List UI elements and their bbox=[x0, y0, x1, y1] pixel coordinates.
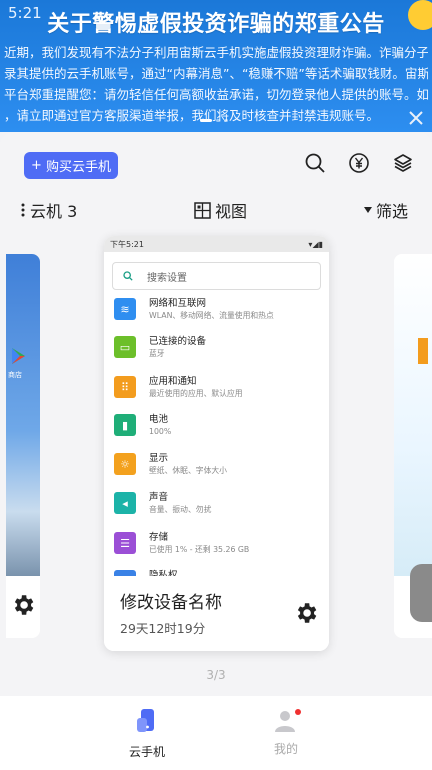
settings-row-title: 应用和通知 bbox=[149, 376, 197, 387]
settings-row-text: 网络和互联网 WLAN、移动网络、流量使用和热点 bbox=[149, 298, 274, 321]
device-status-bar: 下午5:21 ▾◢▮ bbox=[104, 236, 329, 252]
search-icon bbox=[123, 271, 133, 281]
display-icon: ☼ bbox=[114, 453, 136, 475]
settings-row-text: 显示壁纸、休眠、字体大小 bbox=[149, 453, 227, 476]
announcement-banner[interactable]: 5:21 关于警惕虚假投资诈骗的郑重公告 近期，我们发现有不法分子利用宙斯云手机… bbox=[0, 0, 432, 132]
settings-row[interactable]: ⠿ 应用和通知最近使用的应用、默认应用 bbox=[114, 376, 243, 399]
header-actions bbox=[304, 152, 414, 174]
floating-handle[interactable] bbox=[410, 564, 432, 622]
yuan-icon[interactable] bbox=[348, 152, 370, 174]
signal-battery-icon: ▾◢▮ bbox=[308, 239, 323, 249]
buy-cloud-phone-button[interactable]: + 购买云手机 bbox=[24, 152, 118, 179]
settings-row[interactable]: ☰ 存储已使用 1% - 还剩 35.26 GB bbox=[114, 532, 249, 555]
settings-row-text: 已连接的设备 蓝牙 bbox=[149, 336, 206, 359]
app-icon bbox=[418, 338, 428, 364]
battery-icon: ▮ bbox=[114, 414, 136, 436]
settings-row-subtitle: 已使用 1% - 还剩 35.26 GB bbox=[149, 545, 250, 554]
settings-row[interactable]: ▭ 已连接的设备 蓝牙 bbox=[114, 336, 206, 359]
carousel-indicator bbox=[200, 119, 228, 122]
carousel-dot bbox=[224, 119, 228, 122]
app-label: 商店 bbox=[8, 371, 22, 379]
storage-icon: ☰ bbox=[114, 532, 136, 554]
remaining-time: 29天12时19分 bbox=[120, 621, 206, 636]
search-placeholder: 搜索设置 bbox=[147, 272, 187, 284]
play-store-icon bbox=[12, 348, 25, 364]
filter-button[interactable]: 筛选 bbox=[363, 198, 408, 222]
sound-icon: ◂ bbox=[114, 492, 136, 514]
settings-row[interactable]: ☼ 显示壁纸、休眠、字体大小 bbox=[114, 453, 227, 476]
settings-gear-icon[interactable] bbox=[293, 600, 319, 626]
settings-row-title: 网络和互联网 bbox=[149, 298, 207, 309]
settings-row-subtitle: WLAN、移动网络、流量使用和热点 bbox=[149, 311, 274, 320]
settings-row-title: 电池 bbox=[149, 414, 169, 425]
nav-item-cloud-phone[interactable]: 云手机 bbox=[117, 708, 177, 760]
settings-gear-icon[interactable] bbox=[10, 592, 36, 618]
wifi-icon: ≋ bbox=[114, 298, 136, 320]
settings-row-title: 存储 bbox=[149, 532, 169, 543]
filter-label: 筛选 bbox=[375, 202, 408, 221]
plus-icon: + bbox=[31, 158, 42, 173]
settings-row-text: 存储已使用 1% - 还剩 35.26 GB bbox=[149, 532, 249, 555]
apps-icon: ⠿ bbox=[114, 376, 136, 398]
more-vert-icon bbox=[21, 203, 25, 217]
settings-row-title: 已连接的设备 bbox=[149, 336, 207, 347]
settings-row[interactable]: ◂ 声音音量、振动、勿扰 bbox=[114, 492, 211, 515]
main-panel: + 购买云手机 云机 3 视图 筛选 商店 下午5:21 ▾◢▮ 搜索设置 ≋ … bbox=[0, 132, 432, 696]
layers-icon[interactable] bbox=[392, 152, 414, 174]
settings-row[interactable]: ≋ 网络和互联网 WLAN、移动网络、流量使用和热点 bbox=[114, 298, 274, 321]
banner-title: 关于警惕虚假投资诈骗的郑重公告 bbox=[47, 12, 385, 37]
nav-item-profile[interactable]: 我的 bbox=[256, 708, 316, 757]
settings-row-title: 显示 bbox=[149, 453, 169, 464]
settings-row-subtitle: 蓝牙 bbox=[149, 349, 165, 358]
carousel-dot-active bbox=[200, 119, 212, 122]
view-grid-icon bbox=[194, 201, 211, 219]
view-toggle[interactable]: 视图 bbox=[194, 198, 247, 222]
bottom-navigation: 云手机 我的 bbox=[0, 696, 432, 770]
close-icon[interactable] bbox=[406, 108, 426, 128]
settings-row-text: 应用和通知最近使用的应用、默认应用 bbox=[149, 376, 243, 399]
carousel-dot bbox=[216, 119, 220, 122]
banner-text-line: 录其提供的云手机账号，通过“内幕消息”、“稳赚不赔”等话术骗取钱财。宙斯 bbox=[4, 66, 428, 81]
profile-icon-wrap bbox=[273, 708, 301, 734]
device-card-next[interactable] bbox=[394, 254, 432, 638]
wallpaper bbox=[394, 254, 432, 576]
group-selector[interactable]: 云机 3 bbox=[20, 198, 77, 222]
settings-row-subtitle: 音量、振动、勿扰 bbox=[149, 505, 212, 514]
buy-button-label: 购买云手机 bbox=[45, 160, 111, 175]
cloud-phone-icon bbox=[137, 709, 154, 732]
devices-icon: ▭ bbox=[114, 336, 136, 358]
settings-row-text: 声音音量、振动、勿扰 bbox=[149, 492, 211, 515]
caret-down-icon bbox=[363, 207, 372, 213]
banner-text-line: 近期，我们发现有不法分子利用宙斯云手机实施虚假投资理财诈骗。诈骗分子诱导 bbox=[4, 45, 428, 60]
search-icon[interactable] bbox=[304, 152, 326, 174]
wallpaper bbox=[6, 254, 40, 576]
device-name[interactable]: 修改设备名称 bbox=[120, 588, 222, 613]
app-root: 5:21 关于警惕虚假投资诈骗的郑重公告 近期，我们发现有不法分子利用宙斯云手机… bbox=[0, 0, 432, 770]
settings-row-text: 电池 100% bbox=[149, 414, 171, 437]
settings-search-field[interactable]: 搜索设置 bbox=[112, 262, 321, 290]
device-status-time: 下午5:21 bbox=[110, 239, 144, 249]
banner-text-line: 平台郑重提醒您：请勿轻信任何高额收益承诺，切勿登录他人提供的账号。如遇可 bbox=[4, 87, 428, 102]
page-indicator: 3/3 bbox=[206, 668, 226, 682]
settings-row-title: 声音 bbox=[149, 492, 169, 503]
nav-label: 我的 bbox=[273, 742, 298, 756]
settings-row-subtitle: 100% bbox=[149, 427, 172, 436]
nav-label: 云手机 bbox=[128, 745, 165, 759]
device-info-footer: 修改设备名称 29天12时19分 bbox=[104, 576, 329, 651]
settings-row-subtitle: 壁纸、休眠、字体大小 bbox=[149, 466, 227, 475]
device-card-previous[interactable]: 商店 bbox=[6, 254, 40, 638]
settings-row-subtitle: 最近使用的应用、默认应用 bbox=[149, 389, 243, 398]
device-card-current[interactable]: 下午5:21 ▾◢▮ 搜索设置 ≋ 网络和互联网 WLAN、移动网络、流量使用和热点… bbox=[104, 236, 329, 651]
settings-row[interactable]: ▮ 电池 100% bbox=[114, 414, 171, 437]
view-label: 视图 bbox=[215, 202, 248, 221]
toolbar: 云机 3 视图 筛选 bbox=[0, 196, 432, 222]
notification-dot bbox=[295, 709, 301, 715]
group-label: 云机 3 bbox=[30, 202, 78, 221]
